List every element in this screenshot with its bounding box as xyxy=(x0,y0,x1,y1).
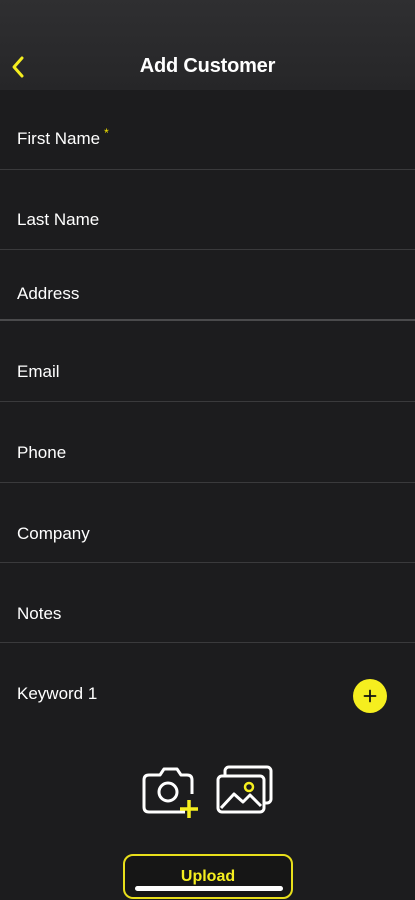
company-field[interactable]: Company xyxy=(0,483,415,563)
customer-form: First Name * Last Name Address Email Phon… xyxy=(0,90,415,725)
email-field[interactable]: Email xyxy=(0,321,415,402)
first-name-label: First Name * xyxy=(17,126,109,148)
company-label: Company xyxy=(17,524,90,543)
home-indicator xyxy=(135,886,283,891)
last-name-field[interactable]: Last Name xyxy=(0,170,415,250)
camera-add-icon[interactable] xyxy=(141,762,199,820)
phone-field[interactable]: Phone xyxy=(0,402,415,483)
keyword-label: Keyword 1 xyxy=(17,684,98,703)
first-name-field[interactable]: First Name * xyxy=(0,90,415,170)
attachment-panel: Upload xyxy=(0,724,415,900)
email-label: Email xyxy=(17,362,60,381)
address-field[interactable]: Address xyxy=(0,250,415,321)
notes-label: Notes xyxy=(17,604,62,623)
required-mark: * xyxy=(104,126,109,140)
add-keyword-button[interactable] xyxy=(353,679,387,713)
plus-icon xyxy=(363,689,377,703)
last-name-label: Last Name xyxy=(17,210,100,229)
notes-field[interactable]: Notes xyxy=(0,563,415,643)
page-title: Add Customer xyxy=(139,55,276,77)
phone-label: Phone xyxy=(17,443,67,462)
upload-button[interactable]: Upload xyxy=(123,854,293,899)
nav-bar: Add Customer xyxy=(0,0,415,90)
address-label: Address xyxy=(17,284,80,303)
keyword-field[interactable]: Keyword 1 xyxy=(0,643,415,725)
photo-gallery-icon[interactable] xyxy=(215,764,277,816)
